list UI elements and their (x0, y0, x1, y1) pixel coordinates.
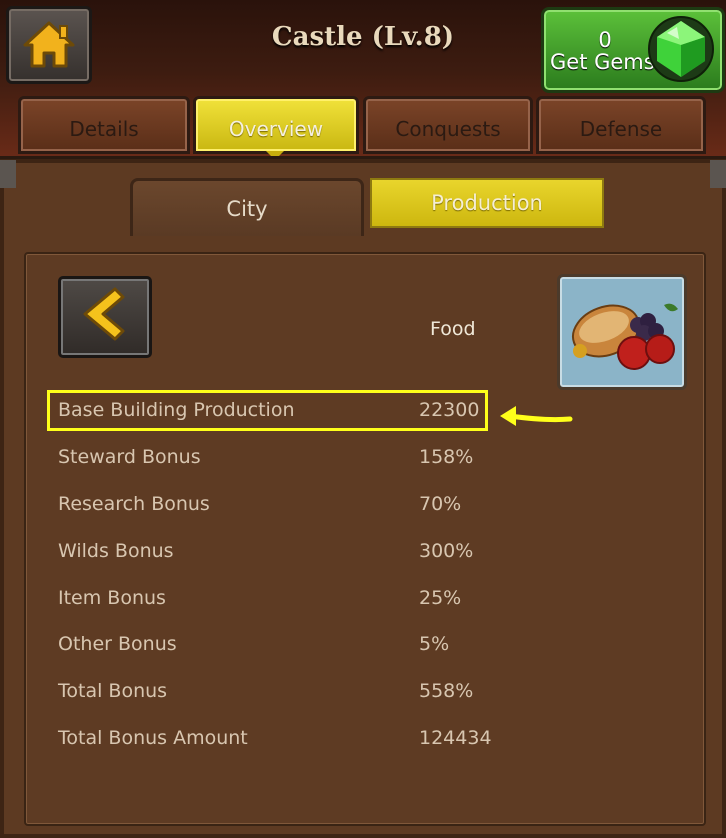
stat-label: Total Bonus (58, 680, 168, 702)
arrow-left-icon (500, 406, 573, 426)
subtab-city[interactable]: City (130, 178, 364, 236)
stat-value: 70% (419, 493, 462, 515)
page-title: Castle (Lv.8) (271, 22, 455, 52)
gem-icon (648, 16, 714, 82)
tab-conquests[interactable]: Conquests (363, 96, 533, 154)
left-edge-ornament (0, 160, 16, 188)
food-resource-image (557, 274, 687, 390)
subtab-production[interactable]: Production (370, 178, 604, 228)
stat-value: 558% (419, 680, 474, 702)
gems-label: Get Gems (550, 50, 655, 74)
stat-label: Total Bonus Amount (58, 727, 248, 749)
stat-label: Other Bonus (58, 633, 177, 655)
resource-name: Food (430, 318, 476, 340)
tab-defense[interactable]: Defense (536, 96, 706, 154)
stat-label: Wilds Bonus (58, 540, 174, 562)
stat-label: Steward Bonus (58, 446, 201, 468)
right-edge-ornament (710, 160, 726, 188)
stat-label: Item Bonus (58, 587, 166, 609)
stat-value: 5% (419, 633, 450, 655)
home-button[interactable] (6, 6, 92, 84)
stat-label: Research Bonus (58, 493, 210, 515)
gems-count: 0 (598, 28, 612, 52)
stat-value: 300% (419, 540, 474, 562)
stat-value: 158% (419, 446, 474, 468)
highlight-box (47, 390, 488, 431)
tab-details[interactable]: Details (18, 96, 190, 154)
chevron-left-icon (83, 287, 125, 341)
stat-value: 25% (419, 587, 462, 609)
tab-overview[interactable]: Overview (193, 96, 359, 154)
back-button[interactable] (58, 276, 152, 358)
get-gems-button[interactable]: 0 Get Gems (541, 7, 725, 93)
stat-value: 124434 (419, 727, 492, 749)
food-icon (572, 303, 678, 370)
home-icon (23, 21, 75, 68)
